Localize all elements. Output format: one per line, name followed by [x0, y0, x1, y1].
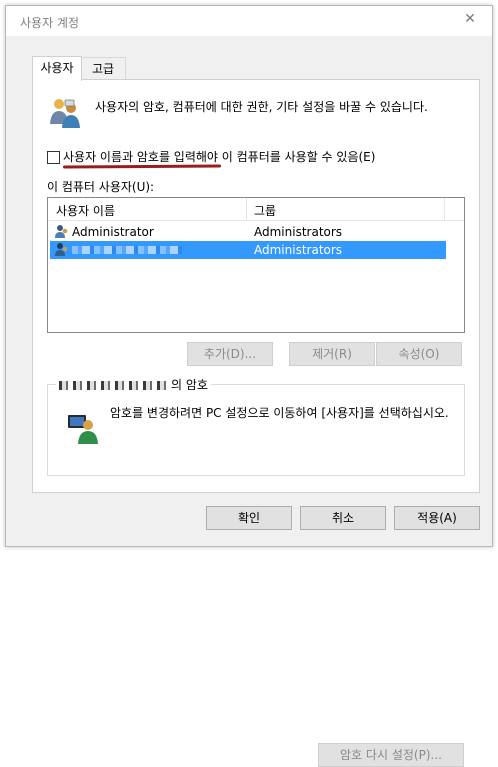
- user-accounts-dialog: 사용자 계정 ✕ 사용자 고급 사용자의 암호, 컴퓨터에 대한 권한, 기타 …: [5, 5, 493, 767]
- password-group-title-suffix: 의 암호: [171, 378, 208, 392]
- user-group-cell: Administrators: [254, 225, 343, 239]
- user-password-icon: [68, 415, 98, 444]
- password-group: 의 암호 암호를 변경하려면 PC 설정으로 이동하여 [사용자]를 선택하십시…: [47, 376, 465, 767]
- require-login-label[interactable]: 사용자 이름과 암호를 입력해야 이 컴퓨터를 사용할 수 있음(E): [63, 148, 375, 165]
- column-header-group[interactable]: 그룹: [254, 202, 276, 219]
- listview-header: 사용자 이름 그룹: [48, 198, 464, 221]
- password-group-title: 의 암호: [56, 376, 211, 393]
- redacted-user-name: [59, 381, 171, 390]
- table-row[interactable]: Administrator Administrators: [50, 223, 446, 241]
- window-title: 사용자 계정: [20, 16, 80, 30]
- user-group-cell: Administrators: [254, 243, 343, 257]
- table-row-selected[interactable]: Administrators: [50, 241, 446, 259]
- require-login-checkbox[interactable]: [47, 151, 60, 164]
- users-listview[interactable]: 사용자 이름 그룹 Administrator Administrators A…: [47, 197, 465, 333]
- title-bar: 사용자 계정 ✕: [6, 6, 492, 36]
- annotation-underline: [62, 164, 222, 169]
- description-text: 사용자의 암호, 컴퓨터에 대한 권한, 기타 설정을 바꿀 수 있습니다.: [95, 100, 428, 114]
- password-change-instruction: 암호를 변경하려면 PC 설정으로 이동하여 [사용자]를 선택하십시오.: [110, 406, 449, 420]
- user-icon: [55, 243, 68, 256]
- ok-button[interactable]: 확인: [206, 506, 292, 530]
- user-name-cell: Administrator: [72, 225, 154, 239]
- remove-user-button[interactable]: 제거(R): [289, 342, 375, 366]
- users-tab-panel: 사용자의 암호, 컴퓨터에 대한 권한, 기타 설정을 바꿀 수 있습니다. 사…: [32, 79, 480, 767]
- tab-users[interactable]: 사용자: [32, 56, 82, 81]
- tab-advanced[interactable]: 고급: [80, 57, 126, 80]
- reset-password-button[interactable]: 암호 다시 설정(P)...: [318, 743, 464, 767]
- users-icon: [50, 99, 80, 128]
- column-divider[interactable]: [246, 198, 247, 220]
- redacted-user-name: [72, 246, 182, 254]
- column-header-username[interactable]: 사용자 이름: [56, 202, 115, 219]
- close-icon[interactable]: ✕: [462, 11, 478, 29]
- add-user-button[interactable]: 추가(D)...: [187, 342, 273, 366]
- user-icon: [55, 225, 68, 238]
- column-divider[interactable]: [444, 198, 445, 220]
- users-list-label: 이 컴퓨터 사용자(U):: [47, 180, 155, 194]
- apply-button[interactable]: 적용(A): [394, 506, 480, 530]
- properties-button[interactable]: 속성(O): [376, 342, 462, 366]
- cancel-button[interactable]: 취소: [300, 506, 386, 530]
